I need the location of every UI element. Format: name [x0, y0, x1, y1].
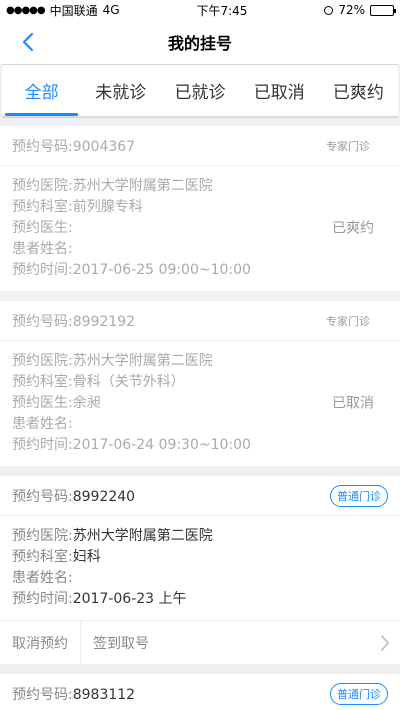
time-label: 预约时间: [12, 591, 73, 607]
department-value: 前列腺专科 [72, 199, 143, 215]
appointment-number: 8992240 [72, 488, 136, 505]
department-label: 预约科室: [12, 199, 73, 215]
status-bar: ●●●●● 中国联通 4G 下午7:45 72% [0, 0, 400, 20]
patient-label: 患者姓名: [12, 416, 73, 432]
hospital-value: 苏州大学附属第二医院 [72, 528, 213, 544]
page-title: 我的挂号 [167, 34, 232, 53]
appointment-number: 9004367 [72, 138, 136, 155]
checkin-button[interactable]: 签到取号 [81, 621, 161, 664]
doctor-value: 余昶 [72, 395, 101, 411]
appointment-number: 8983112 [72, 686, 136, 703]
number-label: 预约号码: [12, 138, 73, 155]
hospital-label: 预约医院: [12, 353, 73, 369]
appointment-list: 预约号码:9004367 专家门诊 预约医院: 苏州大学附属第二医院 预约科室: 前… [0, 118, 400, 710]
tab-cancelled[interactable]: 已取消 [240, 65, 319, 116]
back-button[interactable] [14, 28, 42, 56]
number-label: 预约号码: [12, 488, 73, 505]
hospital-label: 预约医院: [12, 178, 73, 194]
card-header: 预约号码:8983112 普通门诊 [0, 674, 400, 710]
time-value: 2017-06-23 上午 [72, 591, 187, 607]
status-time: 下午7:45 [196, 3, 248, 18]
card-header: 预约号码:8992192 专家门诊 [0, 301, 400, 341]
card-body: 预约医院: 苏州大学附属第二医院 预约科室: 妇科 患者姓名: 预约时间: 2017-… [0, 516, 400, 620]
battery-icon [370, 4, 396, 16]
card-header: 预约号码:8992240 普通门诊 [0, 476, 400, 516]
tab-missed[interactable]: 已爽约 [319, 65, 398, 116]
time-label: 预约时间: [12, 437, 73, 453]
status-badge: 已爽约 [332, 220, 374, 236]
tab-bar: 全部 未就诊 已就诊 已取消 已爽约 [2, 65, 398, 117]
department-value: 骨科（关节外科） [72, 374, 185, 390]
tab-visited[interactable]: 已就诊 [160, 65, 239, 116]
tab-not-visited[interactable]: 未就诊 [81, 65, 160, 116]
appointment-card[interactable]: 预约号码:8992192 专家门诊 预约医院: 苏州大学附属第二医院 预约科室: 骨… [0, 301, 400, 466]
doctor-label: 预约医生: [12, 220, 73, 236]
chevron-right-icon[interactable] [380, 634, 390, 652]
rotation-lock-icon [324, 5, 334, 15]
clinic-type: 专家门诊 [326, 314, 370, 328]
department-label: 预约科室: [12, 549, 73, 565]
signal-icon: ●●●●● [6, 4, 46, 16]
card-actions: 取消预约 签到取号 [0, 620, 400, 664]
department-label: 预约科室: [12, 374, 73, 390]
patient-label: 患者姓名: [12, 570, 73, 586]
tab-all[interactable]: 全部 [2, 65, 81, 116]
doctor-label: 预约医生: [12, 395, 73, 411]
hospital-value: 苏州大学附属第二医院 [72, 353, 213, 369]
carrier-name: 中国联通 [49, 3, 98, 18]
patient-label: 患者姓名: [12, 241, 73, 257]
appointment-number: 8992192 [72, 313, 136, 330]
tab-bar-wrapper: 全部 未就诊 已就诊 已取消 已爽约 [2, 64, 398, 118]
card-header: 预约号码:9004367 专家门诊 [0, 126, 400, 166]
time-value: 2017-06-24 09:30~10:00 [72, 437, 251, 453]
appointment-card[interactable]: 预约号码:9004367 专家门诊 预约医院: 苏州大学附属第二医院 预约科室: 前… [0, 126, 400, 291]
hospital-value: 苏州大学附属第二医院 [72, 178, 213, 194]
appointment-card[interactable]: 预约号码:8983112 普通门诊 [0, 674, 400, 710]
clinic-type: 专家门诊 [326, 139, 370, 153]
time-label: 预约时间: [12, 262, 73, 278]
card-body: 预约医院: 苏州大学附属第二医院 预约科室: 前列腺专科 预约医生: 患者姓名: 预… [0, 166, 400, 291]
status-badge: 已取消 [332, 395, 374, 411]
chevron-left-icon [22, 32, 34, 52]
number-label: 预约号码: [12, 313, 73, 330]
time-value: 2017-06-25 09:00~10:00 [72, 262, 251, 278]
card-body: 预约医院: 苏州大学附属第二医院 预约科室: 骨科（关节外科） 预约医生: 余昶 患者… [0, 341, 400, 466]
clinic-type-badge: 普通门诊 [330, 484, 388, 507]
cancel-appointment-button[interactable]: 取消预约 [0, 621, 81, 664]
appointment-card[interactable]: 预约号码:8992240 普通门诊 预约医院: 苏州大学附属第二医院 预约科室: 妇… [0, 476, 400, 664]
clinic-type-badge: 普通门诊 [330, 682, 388, 705]
nav-bar: 我的挂号 [0, 20, 400, 64]
network-type: 4G [102, 3, 120, 17]
number-label: 预约号码: [12, 686, 73, 703]
department-value: 妇科 [72, 549, 101, 565]
hospital-label: 预约医院: [12, 528, 73, 544]
battery-percent: 72% [338, 3, 365, 17]
